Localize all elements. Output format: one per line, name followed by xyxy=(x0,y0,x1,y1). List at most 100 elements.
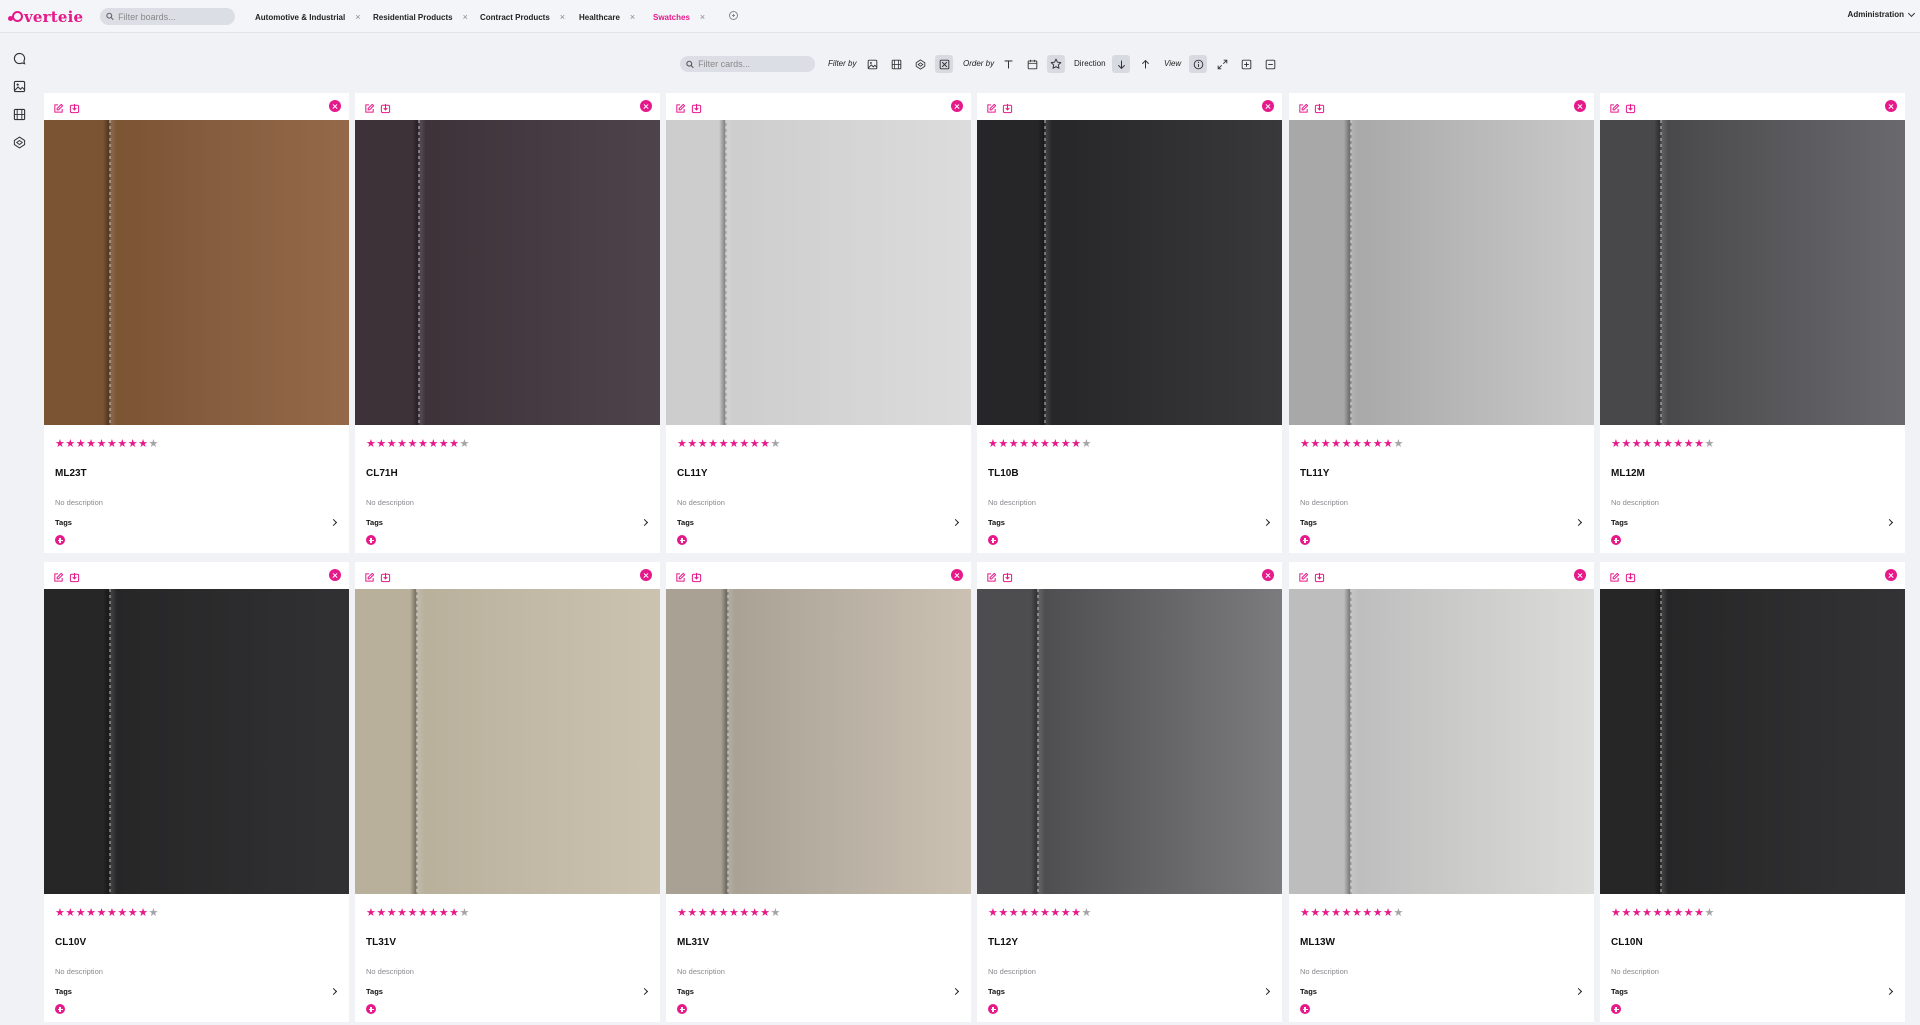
rating-star[interactable]: ★ xyxy=(1663,908,1673,919)
rating-star[interactable]: ★ xyxy=(998,439,1008,450)
swatch-image[interactable] xyxy=(666,589,971,894)
rating-star[interactable]: ★ xyxy=(1061,439,1071,450)
rating-star[interactable]: ★ xyxy=(1352,908,1362,919)
download-icon[interactable] xyxy=(69,101,80,114)
tab-close-icon[interactable]: × xyxy=(700,12,705,22)
swatch-image[interactable] xyxy=(355,120,660,425)
rating-star[interactable]: ★ xyxy=(739,439,749,450)
edit-icon[interactable] xyxy=(364,570,375,582)
add-tag-icon[interactable] xyxy=(1300,535,1310,545)
edit-icon[interactable] xyxy=(53,101,64,113)
rating-star[interactable]: ★ xyxy=(449,908,459,919)
rating-star[interactable]: ★ xyxy=(719,908,729,919)
tags-row[interactable]: Tags xyxy=(988,986,1271,996)
rating-star[interactable]: ★ xyxy=(1071,439,1081,450)
rating-star[interactable]: ★ xyxy=(1321,439,1331,450)
rating-star[interactable]: ★ xyxy=(149,439,159,450)
rating-star[interactable]: ★ xyxy=(1642,439,1652,450)
swatch-image[interactable] xyxy=(44,120,349,425)
rating-star[interactable]: ★ xyxy=(1673,908,1683,919)
rating-star[interactable]: ★ xyxy=(698,439,708,450)
rating-star[interactable]: ★ xyxy=(1684,908,1694,919)
swatch-image[interactable] xyxy=(977,120,1282,425)
delete-icon[interactable] xyxy=(951,100,963,112)
rating-star[interactable]: ★ xyxy=(1611,908,1621,919)
rating-star[interactable]: ★ xyxy=(65,908,75,919)
download-icon[interactable] xyxy=(1002,570,1013,583)
edit-icon[interactable] xyxy=(1609,101,1620,113)
swatch-image[interactable] xyxy=(666,120,971,425)
rating-star[interactable]: ★ xyxy=(107,439,117,450)
rating-star[interactable]: ★ xyxy=(366,439,376,450)
delete-icon[interactable] xyxy=(1885,100,1897,112)
delete-icon[interactable] xyxy=(1574,569,1586,581)
swatch-image[interactable] xyxy=(355,589,660,894)
edit-icon[interactable] xyxy=(53,570,64,582)
download-icon[interactable] xyxy=(1625,101,1636,114)
rating-star[interactable]: ★ xyxy=(708,439,718,450)
rating-star[interactable]: ★ xyxy=(97,439,107,450)
add-tag-icon[interactable] xyxy=(1300,1004,1310,1014)
rating-star[interactable]: ★ xyxy=(739,908,749,919)
add-board-icon[interactable] xyxy=(729,11,738,20)
tab-close-icon[interactable]: × xyxy=(560,12,565,22)
rating-star[interactable]: ★ xyxy=(1373,908,1383,919)
tab-healthcare[interactable]: Healthcare × xyxy=(579,10,635,24)
zoom-in-button[interactable] xyxy=(1237,55,1255,73)
rating-star[interactable]: ★ xyxy=(1030,439,1040,450)
tags-row[interactable]: Tags xyxy=(1611,517,1894,527)
tab-residential-products[interactable]: Residential Products × xyxy=(373,10,468,24)
rating-star[interactable]: ★ xyxy=(1321,908,1331,919)
download-icon[interactable] xyxy=(691,101,702,114)
edit-icon[interactable] xyxy=(1298,101,1309,113)
order-title-button[interactable] xyxy=(999,55,1017,73)
card[interactable]: ★ ★ ★ ★ ★ ★ ★ ★ ★ ★ ML12M No description Tags xyxy=(1600,93,1905,553)
rating-star[interactable]: ★ xyxy=(760,908,770,919)
rating-star[interactable]: ★ xyxy=(1310,439,1320,450)
rating-star[interactable]: ★ xyxy=(366,908,376,919)
rating-star[interactable]: ★ xyxy=(128,908,138,919)
rating-star[interactable]: ★ xyxy=(55,439,65,450)
rating-star[interactable]: ★ xyxy=(1362,439,1372,450)
add-tag-icon[interactable] xyxy=(366,1004,376,1014)
tags-row[interactable]: Tags xyxy=(988,517,1271,527)
rating-star[interactable]: ★ xyxy=(1009,908,1019,919)
rating-star[interactable]: ★ xyxy=(460,439,470,450)
rating-star[interactable]: ★ xyxy=(1040,908,1050,919)
rating-star[interactable]: ★ xyxy=(1632,908,1642,919)
rating-star[interactable]: ★ xyxy=(771,439,781,450)
rating-star[interactable]: ★ xyxy=(1331,908,1341,919)
rating-star[interactable]: ★ xyxy=(1310,908,1320,919)
zoom-out-button[interactable] xyxy=(1261,55,1279,73)
card[interactable]: ★ ★ ★ ★ ★ ★ ★ ★ ★ ★ CL10V No description Tags xyxy=(44,562,349,1022)
tags-row[interactable]: Tags xyxy=(1300,986,1583,996)
rating-star[interactable]: ★ xyxy=(1082,908,1092,919)
download-icon[interactable] xyxy=(691,570,702,583)
rating-star[interactable]: ★ xyxy=(687,908,697,919)
rating-star[interactable]: ★ xyxy=(1352,439,1362,450)
swatch-image[interactable] xyxy=(1289,589,1594,894)
rating-star[interactable]: ★ xyxy=(1705,908,1715,919)
tags-row[interactable]: Tags xyxy=(55,986,338,996)
card[interactable]: ★ ★ ★ ★ ★ ★ ★ ★ ★ ★ TL10B No description Tags xyxy=(977,93,1282,553)
tab-close-icon[interactable]: × xyxy=(630,12,635,22)
rating-star[interactable]: ★ xyxy=(1383,908,1393,919)
swatch-image[interactable] xyxy=(1600,589,1905,894)
expand-view-button[interactable] xyxy=(1213,55,1231,73)
card[interactable]: ★ ★ ★ ★ ★ ★ ★ ★ ★ ★ CL11Y No description Tags xyxy=(666,93,971,553)
rating-star[interactable]: ★ xyxy=(729,439,739,450)
edit-icon[interactable] xyxy=(986,570,997,582)
model-filter-button[interactable] xyxy=(911,55,929,73)
download-icon[interactable] xyxy=(1314,101,1325,114)
card[interactable]: ★ ★ ★ ★ ★ ★ ★ ★ ★ ★ ML23T No description Tags xyxy=(44,93,349,553)
rating-star[interactable]: ★ xyxy=(418,439,428,450)
rating-star[interactable]: ★ xyxy=(397,908,407,919)
card[interactable]: ★ ★ ★ ★ ★ ★ ★ ★ ★ ★ CL10N No description Tags xyxy=(1600,562,1905,1022)
rating-star[interactable]: ★ xyxy=(1394,439,1404,450)
rating-star[interactable]: ★ xyxy=(998,908,1008,919)
rating-star[interactable]: ★ xyxy=(988,908,998,919)
rating-star[interactable]: ★ xyxy=(439,908,449,919)
delete-icon[interactable] xyxy=(1885,569,1897,581)
tab-close-icon[interactable]: × xyxy=(463,12,468,22)
rating-star[interactable]: ★ xyxy=(1050,908,1060,919)
